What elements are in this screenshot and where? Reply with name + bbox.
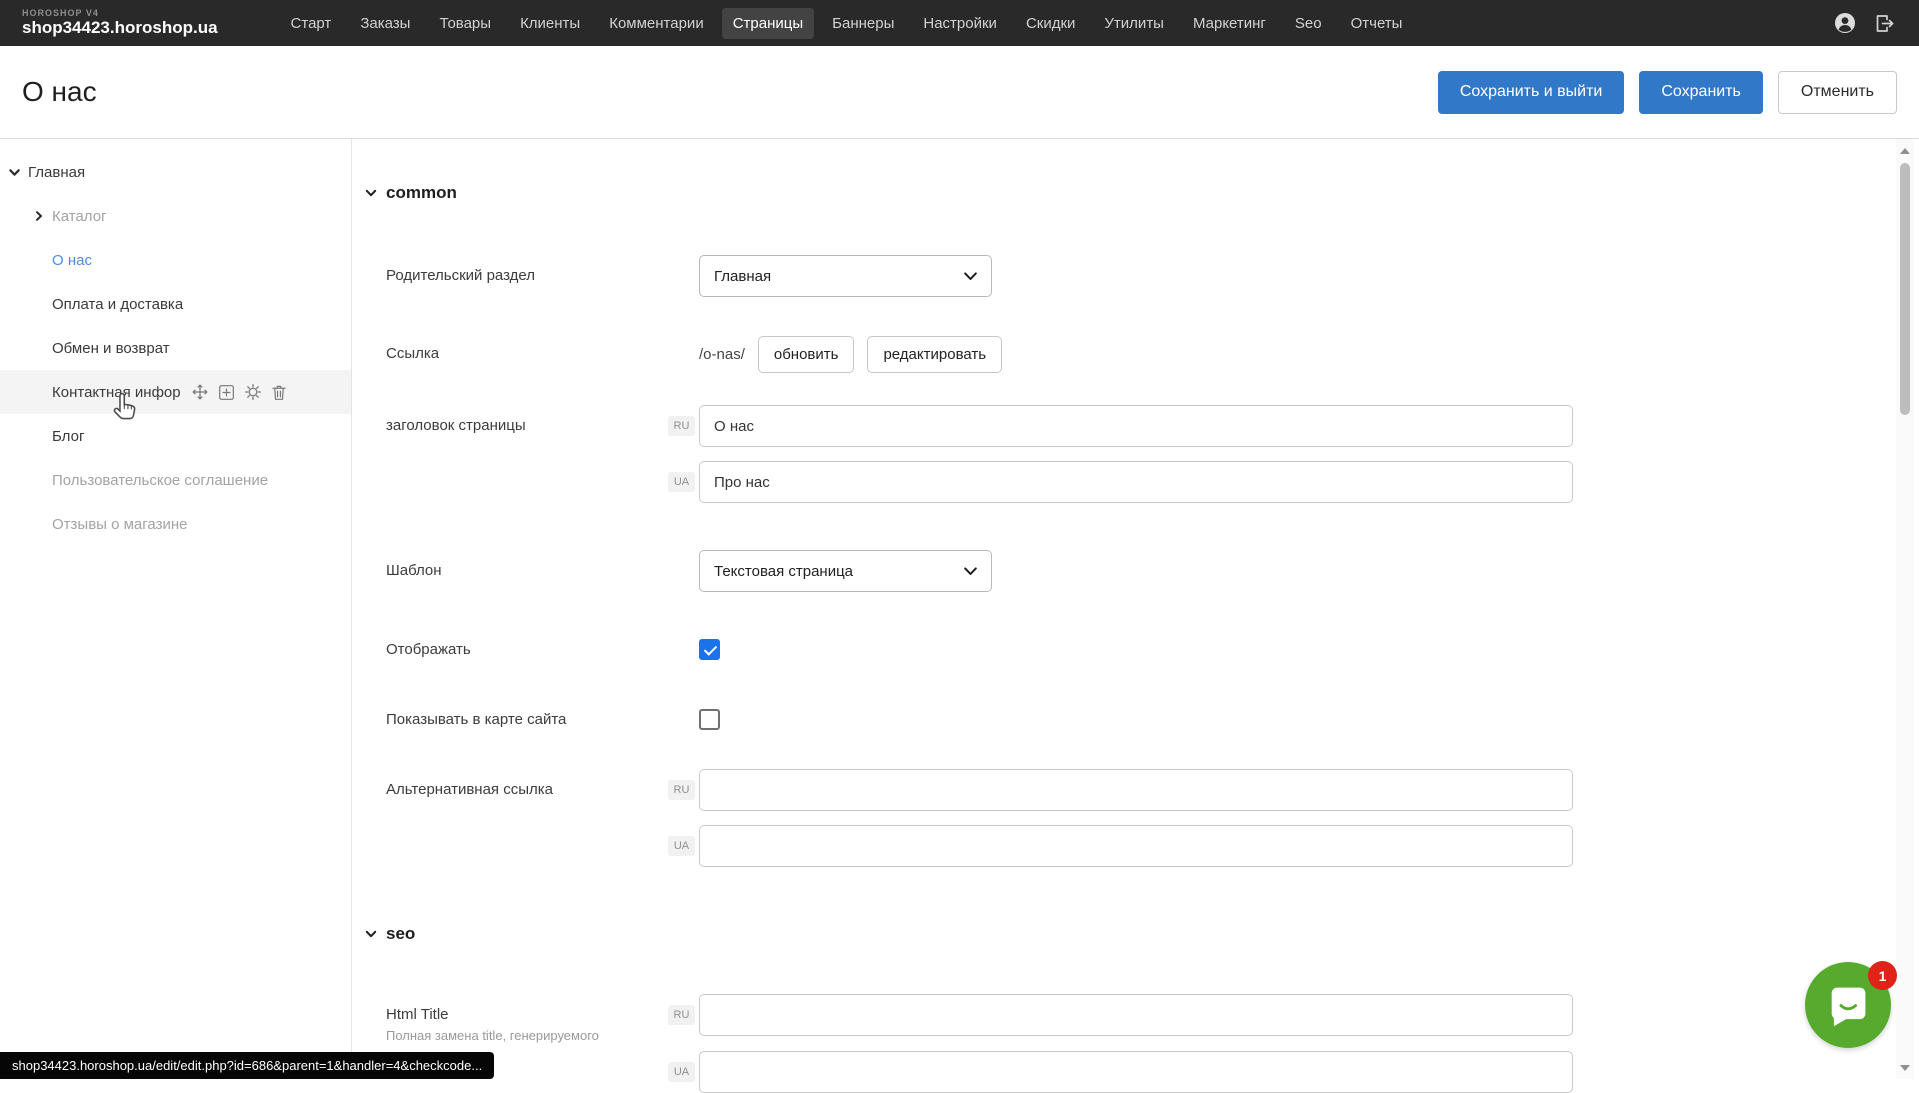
- html-title-label: Html Title: [386, 1005, 449, 1025]
- page-header: О нас Сохранить и выйти Сохранить Отмени…: [0, 46, 1919, 139]
- section-common-toggle[interactable]: common: [365, 183, 457, 203]
- topbar: HOROSHOP V4 shop34423.horoshop.ua Старт …: [0, 0, 1919, 46]
- chevron-right-icon[interactable]: [33, 210, 45, 222]
- page-heading-ua-input[interactable]: [699, 461, 1573, 503]
- html-title-hint: Полная замена title, генерируемого: [386, 1028, 599, 1043]
- nav-discounts[interactable]: Скидки: [1015, 8, 1086, 39]
- page-heading-label: заголовок страницы: [386, 416, 526, 436]
- tree-item-label: Блог: [52, 428, 84, 445]
- sitemap-checkbox[interactable]: [699, 709, 720, 730]
- vertical-scrollbar[interactable]: [1896, 139, 1914, 1079]
- status-url-tooltip: shop34423.horoshop.ua/edit/edit.php?id=6…: [0, 1052, 494, 1079]
- chat-unread-badge: 1: [1868, 961, 1897, 990]
- chevron-down-icon: [365, 928, 377, 940]
- nav-products[interactable]: Товары: [428, 8, 502, 39]
- tree-item-label: Главная: [28, 164, 85, 181]
- page-title: О нас: [22, 76, 97, 108]
- alt-link-ru-input[interactable]: [699, 769, 1573, 811]
- nav-utilities[interactable]: Утилиты: [1093, 8, 1175, 39]
- save-and-exit-button[interactable]: Сохранить и выйти: [1438, 71, 1625, 114]
- section-title: common: [386, 183, 457, 203]
- add-icon[interactable]: [218, 384, 235, 401]
- display-label: Отображать: [386, 640, 471, 660]
- lang-badge-ua: UA: [668, 1062, 695, 1082]
- pages-tree-sidebar: Главная Каталог О нас Оплата и доставка …: [0, 139, 352, 1079]
- nav-seo[interactable]: Seo: [1284, 8, 1333, 39]
- tree-item-label: Оплата и доставка: [52, 296, 183, 313]
- tree-item-payment-delivery[interactable]: Оплата и доставка: [0, 282, 351, 326]
- app-logo[interactable]: HOROSHOP V4 shop34423.horoshop.ua: [22, 9, 218, 38]
- link-row: /o-nas/ обновить редактировать: [699, 336, 1002, 373]
- link-refresh-button[interactable]: обновить: [758, 336, 855, 373]
- logout-icon[interactable]: [1874, 13, 1895, 34]
- lang-badge-ua: UA: [668, 836, 695, 856]
- main-nav: Старт Заказы Товары Клиенты Комментарии …: [280, 8, 1414, 39]
- chevron-down-icon[interactable]: [8, 166, 21, 179]
- tree-item-label: Пользовательское соглашение: [52, 472, 268, 489]
- tree-item-label: Обмен и возврат: [52, 340, 170, 357]
- lang-badge-ru: RU: [668, 416, 695, 436]
- tree-item-store-reviews[interactable]: Отзывы о магазине: [0, 502, 351, 546]
- nav-start[interactable]: Старт: [280, 8, 343, 39]
- logo-domain: shop34423.horoshop.ua: [22, 19, 218, 38]
- html-title-ru-input[interactable]: [699, 994, 1573, 1036]
- scroll-down-arrow-icon[interactable]: [1900, 1065, 1910, 1071]
- nav-clients[interactable]: Клиенты: [509, 8, 591, 39]
- tree-item-home[interactable]: Главная: [0, 150, 351, 194]
- edit-form: common Родительский раздел Главная Ссылк…: [352, 139, 1897, 1079]
- nav-pages[interactable]: Страницы: [722, 8, 814, 39]
- cancel-button[interactable]: Отменить: [1778, 71, 1897, 114]
- display-checkbox[interactable]: [699, 639, 720, 660]
- sitemap-label: Показывать в карте сайта: [386, 710, 566, 730]
- template-select[interactable]: Текстовая страница: [699, 550, 992, 592]
- account-icon[interactable]: [1834, 12, 1856, 34]
- scrollbar-thumb[interactable]: [1900, 163, 1910, 415]
- settings-icon[interactable]: [244, 383, 262, 401]
- move-icon[interactable]: [191, 383, 209, 401]
- select-value: Текстовая страница: [714, 563, 853, 580]
- lang-badge-ru: RU: [668, 1005, 695, 1025]
- scroll-up-arrow-icon[interactable]: [1900, 148, 1910, 154]
- nav-orders[interactable]: Заказы: [349, 8, 421, 39]
- nav-settings[interactable]: Настройки: [912, 8, 1008, 39]
- chevron-down-icon: [365, 187, 377, 199]
- tree-item-about[interactable]: О нас: [0, 238, 351, 282]
- delete-icon[interactable]: [271, 384, 287, 401]
- link-path: /o-nas/: [699, 346, 745, 363]
- tree-item-label: Контактная инфор: [52, 384, 181, 401]
- section-seo-toggle[interactable]: seo: [365, 924, 415, 944]
- nav-banners[interactable]: Баннеры: [821, 8, 905, 39]
- tree-item-label: Каталог: [52, 208, 107, 225]
- link-edit-button[interactable]: редактировать: [867, 336, 1002, 373]
- tree-item-user-agreement[interactable]: Пользовательское соглашение: [0, 458, 351, 502]
- tree-item-exchange-return[interactable]: Обмен и возврат: [0, 326, 351, 370]
- chevron-down-icon: [964, 272, 977, 281]
- chat-bubble-icon: [1823, 980, 1873, 1030]
- section-title: seo: [386, 924, 415, 944]
- template-label: Шаблон: [386, 561, 442, 581]
- nav-marketing[interactable]: Маркетинг: [1182, 8, 1277, 39]
- parent-section-select[interactable]: Главная: [699, 255, 992, 297]
- tree-row-actions: [191, 383, 287, 401]
- page-heading-ru-input[interactable]: [699, 405, 1573, 447]
- lang-badge-ru: RU: [668, 780, 695, 800]
- status-url-text: shop34423.horoshop.ua/edit/edit.php?id=6…: [12, 1058, 482, 1073]
- html-title-ua-input[interactable]: [699, 1051, 1573, 1093]
- nav-comments[interactable]: Комментарии: [598, 8, 714, 39]
- chevron-down-icon: [964, 567, 977, 576]
- link-label: Ссылка: [386, 344, 439, 364]
- tree-item-catalog[interactable]: Каталог: [0, 194, 351, 238]
- select-value: Главная: [714, 268, 771, 285]
- alt-link-ua-input[interactable]: [699, 825, 1573, 867]
- tree-item-label: Отзывы о магазине: [52, 516, 187, 533]
- save-button[interactable]: Сохранить: [1639, 71, 1763, 114]
- alt-link-label: Альтернативная ссылка: [386, 780, 553, 800]
- tree-item-label: О нас: [52, 252, 92, 269]
- tree-item-blog[interactable]: Блог: [0, 414, 351, 458]
- parent-section-label: Родительский раздел: [386, 266, 535, 286]
- tree-item-contact-info[interactable]: Контактная инфор: [0, 370, 351, 414]
- nav-reports[interactable]: Отчеты: [1340, 8, 1414, 39]
- lang-badge-ua: UA: [668, 472, 695, 492]
